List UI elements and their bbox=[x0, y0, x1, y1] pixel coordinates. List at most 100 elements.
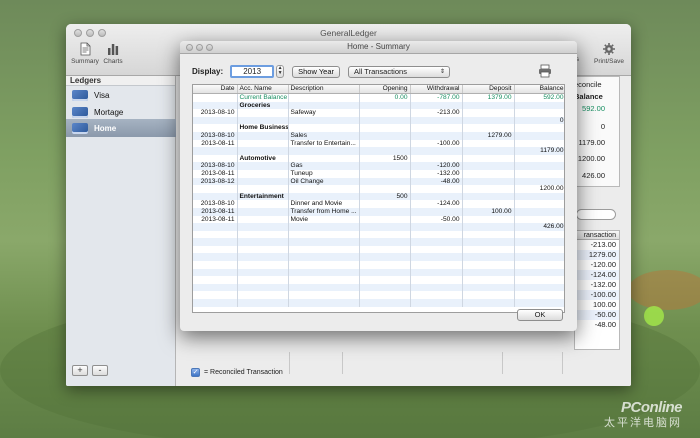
empty-cell bbox=[193, 253, 238, 262]
empty-table-row bbox=[193, 261, 564, 269]
table-row[interactable]: 2013-08-11 Movie -50.00 bbox=[193, 215, 564, 224]
table-row[interactable]: 2013-08-10 Gas -120.00 bbox=[193, 162, 564, 170]
transaction-cell[interactable]: -48.00 bbox=[575, 320, 619, 330]
balance-cell bbox=[514, 139, 564, 148]
search-input[interactable] bbox=[576, 209, 616, 220]
description-cell: Safeway bbox=[288, 109, 360, 117]
column-header-opening[interactable]: Opening bbox=[359, 85, 411, 94]
deposit-cell bbox=[462, 109, 515, 117]
empty-cell bbox=[514, 299, 564, 307]
table-row[interactable]: 1179.00 bbox=[193, 147, 564, 155]
reconcile-balance-box: econcile Balance 592.00 0 1179.00 1200.0… bbox=[574, 76, 620, 187]
table-row[interactable]: 2013-08-12 Oil Change -48.00 bbox=[193, 177, 564, 186]
table-row[interactable]: Entertainment 500 bbox=[193, 192, 564, 201]
empty-cell bbox=[237, 268, 289, 277]
transaction-cell[interactable]: -100.00 bbox=[575, 290, 619, 300]
table-header-row: Date Acc. Name Description Opening Withd… bbox=[193, 85, 564, 94]
empty-table-row bbox=[193, 276, 564, 284]
account-cell bbox=[237, 131, 289, 140]
print-save-toolbar-button[interactable]: Print/Save bbox=[592, 42, 626, 65]
summary-table: Date Acc. Name Description Opening Withd… bbox=[192, 84, 565, 313]
account-cell bbox=[237, 200, 289, 208]
table-row[interactable]: 426.00 bbox=[193, 223, 564, 231]
withdrawal-cell bbox=[410, 192, 463, 201]
table-row[interactable]: Groceries bbox=[193, 101, 564, 110]
opening-cell bbox=[359, 116, 411, 125]
table-row[interactable]: 2013-08-10 Safeway -213.00 bbox=[193, 109, 564, 117]
deposit-cell bbox=[462, 101, 515, 110]
add-ledger-button[interactable]: + bbox=[72, 365, 88, 376]
empty-cell bbox=[237, 276, 289, 284]
printer-icon[interactable] bbox=[538, 64, 552, 78]
transaction-cell[interactable]: -120.00 bbox=[575, 260, 619, 270]
column-header-withdrawal[interactable]: Withdrawal bbox=[410, 85, 463, 94]
year-stepper[interactable]: ▲ ▼ bbox=[276, 65, 285, 78]
opening-cell bbox=[359, 177, 411, 186]
transaction-cell[interactable]: -213.00 bbox=[575, 240, 619, 250]
balance-cell bbox=[514, 169, 564, 178]
deposit-cell: 100.00 bbox=[462, 207, 515, 216]
opening-cell bbox=[359, 162, 411, 170]
empty-cell bbox=[514, 261, 564, 269]
background-dog bbox=[628, 270, 700, 310]
transaction-cell[interactable]: -124.00 bbox=[575, 270, 619, 280]
sidebar-item-visa[interactable]: Visa bbox=[66, 86, 176, 104]
opening-cell bbox=[359, 207, 411, 216]
table-row[interactable]: 0 bbox=[193, 116, 564, 125]
column-header-balance[interactable]: Balance bbox=[514, 85, 564, 94]
table-row[interactable]: 2013-08-10 Sales 1279.00 bbox=[193, 131, 564, 140]
deposit-cell bbox=[462, 154, 515, 163]
empty-cell bbox=[410, 253, 463, 262]
column-header-description[interactable]: Description bbox=[288, 85, 360, 94]
description-cell: Dinner and Movie bbox=[288, 200, 360, 208]
transactions-column: ransaction -213.00 1279.00 -120.00 -124.… bbox=[574, 230, 620, 350]
charts-toolbar-label: Charts bbox=[103, 58, 123, 65]
date-cell bbox=[193, 192, 238, 201]
column-header-date[interactable]: Date bbox=[193, 85, 238, 94]
sidebar-buttons: + - bbox=[72, 365, 108, 376]
table-row[interactable]: 2013-08-10 Dinner and Movie -124.00 bbox=[193, 200, 564, 208]
date-cell bbox=[193, 185, 238, 193]
transaction-cell[interactable]: 1279.00 bbox=[575, 250, 619, 260]
transactions-table-footer bbox=[177, 352, 631, 374]
column-header-deposit[interactable]: Deposit bbox=[462, 85, 515, 94]
ledger-book-icon bbox=[72, 122, 88, 134]
charts-toolbar-button[interactable]: Charts bbox=[96, 42, 130, 65]
transaction-filter-select[interactable]: All Transactions ⇕ bbox=[348, 65, 450, 78]
ledgers-sidebar: Ledgers Visa Mortage Home + - bbox=[66, 76, 176, 386]
transaction-cell[interactable]: -50.00 bbox=[575, 310, 619, 320]
date-cell bbox=[193, 116, 238, 125]
empty-cell bbox=[462, 291, 515, 300]
show-year-button[interactable]: Show Year bbox=[292, 65, 340, 78]
balance-cell bbox=[514, 200, 564, 208]
column-header-acc-name[interactable]: Acc. Name bbox=[237, 85, 289, 94]
transaction-cell[interactable]: -132.00 bbox=[575, 280, 619, 290]
reconcile-panel: econcile Balance 592.00 0 1179.00 1200.0… bbox=[574, 76, 631, 376]
empty-cell bbox=[359, 261, 411, 269]
opening-cell bbox=[359, 131, 411, 140]
balance-value: 0 bbox=[600, 122, 605, 131]
table-row[interactable]: 1200.00 bbox=[193, 185, 564, 193]
empty-cell bbox=[359, 268, 411, 277]
table-row[interactable]: Automotive 1500 bbox=[193, 154, 564, 163]
table-row[interactable]: 2013-08-11 Transfer from Home ... 100.00 bbox=[193, 207, 564, 216]
empty-cell bbox=[514, 245, 564, 254]
year-input[interactable]: 2013 bbox=[230, 65, 275, 78]
opening-cell bbox=[359, 200, 411, 208]
table-row[interactable]: 2013-08-11 Transfer to Entertain... -100.0… bbox=[193, 139, 564, 148]
table-row[interactable]: Current Balance 0.00 -787.00 1379.00 592.00 bbox=[193, 93, 564, 102]
date-cell bbox=[193, 101, 238, 110]
account-cell bbox=[237, 116, 289, 125]
sidebar-item-label: Home bbox=[94, 123, 117, 133]
empty-cell bbox=[237, 283, 289, 292]
select-arrows-icon: ⇕ bbox=[439, 68, 445, 75]
table-row[interactable]: 2013-08-11 Tuneup -132.00 bbox=[193, 169, 564, 178]
window-title: GeneralLedger bbox=[320, 28, 377, 38]
sidebar-item-home[interactable]: Home bbox=[66, 119, 176, 137]
date-cell: 2013-08-10 bbox=[193, 162, 238, 170]
ok-button[interactable]: OK bbox=[517, 309, 563, 321]
transaction-cell[interactable]: 100.00 bbox=[575, 300, 619, 310]
empty-cell bbox=[193, 299, 238, 307]
table-row[interactable]: Home Business bbox=[193, 124, 564, 132]
remove-ledger-button[interactable]: - bbox=[92, 365, 108, 376]
